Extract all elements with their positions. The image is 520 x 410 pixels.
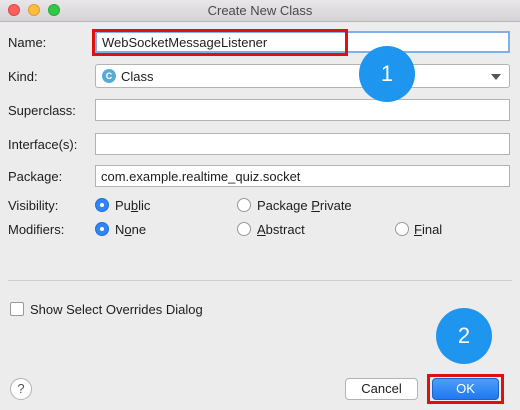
visibility-public-radio[interactable] xyxy=(95,198,109,212)
modifier-final-radio[interactable] xyxy=(395,222,409,236)
superclass-input[interactable] xyxy=(95,99,510,121)
modifiers-label: Modifiers: xyxy=(8,222,65,237)
modifier-abstract-radio[interactable] xyxy=(237,222,251,236)
package-input[interactable]: com.example.realtime_quiz.socket xyxy=(95,165,510,187)
modifier-final-label[interactable]: Final xyxy=(414,222,442,237)
name-highlight-box xyxy=(92,29,348,56)
visibility-package-private-radio[interactable] xyxy=(237,198,251,212)
kind-value: Class xyxy=(121,69,154,84)
window-title: Create New Class xyxy=(207,3,313,18)
title-bar: Create New Class xyxy=(0,0,520,22)
show-overrides-checkbox[interactable] xyxy=(10,302,24,316)
visibility-public-label[interactable]: Public xyxy=(115,198,150,213)
step-2-badge: 2 xyxy=(436,308,492,364)
interfaces-label: Interface(s): xyxy=(8,137,78,152)
visibility-label: Visibility: xyxy=(8,198,59,213)
visibility-package-private-label[interactable]: Package Private xyxy=(257,198,352,213)
class-icon: C xyxy=(102,69,116,83)
package-label: Package: xyxy=(8,169,63,184)
ok-highlight-box xyxy=(427,374,504,404)
section-divider xyxy=(8,280,512,281)
modifier-none-label[interactable]: None xyxy=(115,222,146,237)
modifier-abstract-label[interactable]: Abstract xyxy=(257,222,305,237)
help-button[interactable]: ? xyxy=(10,378,32,400)
show-overrides-label[interactable]: Show Select Overrides Dialog xyxy=(30,302,203,317)
kind-label: Kind: xyxy=(8,69,38,84)
modifier-none-radio[interactable] xyxy=(95,222,109,236)
superclass-label: Superclass: xyxy=(8,103,76,118)
name-label: Name: xyxy=(8,35,47,50)
step-1-badge: 1 xyxy=(359,46,415,102)
chevron-down-icon xyxy=(491,74,501,80)
interfaces-input[interactable] xyxy=(95,133,510,155)
kind-dropdown[interactable]: C Class xyxy=(95,64,510,88)
cancel-button[interactable]: Cancel xyxy=(345,378,418,400)
